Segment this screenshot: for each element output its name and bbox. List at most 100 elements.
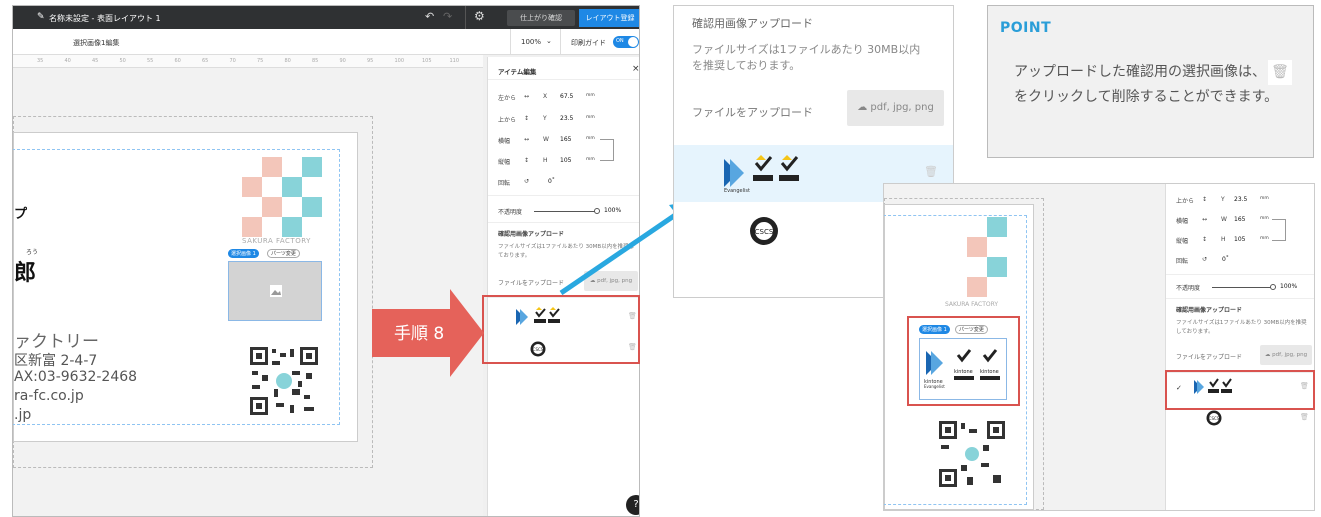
highlight-selected-image xyxy=(907,316,1020,406)
trash-icon[interactable]: 🗑 xyxy=(1300,413,1309,421)
rotation-value[interactable]: 0˚ xyxy=(1222,256,1229,263)
qr-code-icon xyxy=(248,345,320,417)
position-y-row: 上から ↕ Y 23.5 mm xyxy=(498,115,595,124)
register-layout-button[interactable]: レイアウト登録 xyxy=(579,9,639,27)
point-text-part: をクリックして削除することができます。 xyxy=(1014,89,1279,105)
axis-label: Y xyxy=(1221,196,1225,203)
business-card: プ ろう 郎 ァクトリー 区新富 2-4-7 AX:03-9632-2468 r… xyxy=(13,132,358,442)
logo-text: SAKURA FACTORY xyxy=(945,301,999,308)
height-row: 縦幅 ↕ H 105 mm xyxy=(498,157,595,166)
row-label: 回転 xyxy=(1176,258,1189,265)
upload-title: 確認用画像アップロード xyxy=(692,17,813,30)
pencil-icon[interactable]: ✎ xyxy=(37,12,45,22)
breadcrumb: 選択画像1編集 xyxy=(73,39,120,47)
undo-icon[interactable]: ↶ xyxy=(425,10,434,23)
close-icon[interactable]: × xyxy=(632,64,639,74)
point-text: アップロードした確認用の選択画像は、 🗑 をクリックして削除することができます。 xyxy=(1014,60,1304,110)
cscs-badge-icon: CSCS xyxy=(1206,410,1222,426)
point-note: POINT アップロードした確認用の選択画像は、 🗑 をクリックして削除することがで… xyxy=(987,5,1314,158)
upload-button[interactable]: ☁ pdf, jpg, png xyxy=(847,90,944,126)
ruler-tick-label: 35 xyxy=(37,58,44,64)
card-fax: AX:03-9632-2468 xyxy=(14,369,138,385)
svg-text:CSCS: CSCS xyxy=(1209,416,1220,421)
image-icon xyxy=(270,285,282,297)
height-value[interactable]: 105 xyxy=(560,157,571,164)
ruler-tick-label: 100 xyxy=(394,58,405,64)
unit-label: mm xyxy=(1260,196,1269,201)
highlight-uploaded-list xyxy=(482,295,640,364)
ruler-tick-label: 75 xyxy=(257,58,264,64)
divider xyxy=(510,29,511,55)
upload-button-label: pdf, jpg, png xyxy=(870,102,934,113)
unit-label: mm xyxy=(1260,236,1269,241)
logo-text: SAKURA FACTORY xyxy=(242,237,311,245)
trash-icon[interactable]: 🗑 xyxy=(924,165,938,178)
preview-button[interactable]: 仕上がり確認 xyxy=(507,10,575,26)
row-label: 上から xyxy=(498,117,517,124)
row-label: 回転 xyxy=(498,180,511,187)
item-edit-panel: 上から ↕ Y 23.5 mm 横幅 ↔ W 165 mm 縦幅 ↕ H 105 mm 回転 ↺ 0˚ 不透… xyxy=(1165,184,1314,510)
axis-label: X xyxy=(543,93,548,100)
row-label: 不透明度 xyxy=(1176,285,1201,292)
opacity-slider[interactable] xyxy=(1212,287,1272,288)
opacity-value: 100% xyxy=(1280,283,1298,290)
row-label: 上から xyxy=(1176,198,1195,205)
divider xyxy=(1166,298,1314,299)
card-address: 区新富 2-4-7 xyxy=(14,353,98,369)
redo-icon[interactable]: ↷ xyxy=(443,10,452,23)
width-row: 横幅 ↔ W 165 mm xyxy=(1176,216,1269,225)
row-label: 縦幅 xyxy=(498,159,511,166)
gear-icon[interactable]: ⚙ xyxy=(474,9,485,23)
unit-label: mm xyxy=(1260,216,1269,221)
kintone-badges-icon: Evangelist xyxy=(724,155,799,193)
slider-handle[interactable] xyxy=(1270,284,1276,290)
axis-label: W xyxy=(543,136,549,143)
rotation-value[interactable]: 0˚ xyxy=(548,178,555,185)
ruler-tick-label: 90 xyxy=(339,58,346,64)
divider xyxy=(465,6,466,29)
zoom-select[interactable]: 100% xyxy=(521,38,541,46)
upload-button[interactable]: ☁ pdf, jpg, png xyxy=(1260,345,1312,365)
description-line: を推奨しております。 xyxy=(692,59,801,72)
horizontal-arrow-icon: ↔ xyxy=(524,93,530,100)
card-text: プ xyxy=(14,207,28,222)
upload-label: ファイルをアップロード xyxy=(692,106,813,119)
upload-description: ファイルサイズは1ファイルあたり 30MB以内 を推奨しております。 xyxy=(692,42,952,74)
vertical-arrow-icon: ↕ xyxy=(524,157,530,164)
card-name: 郎 xyxy=(14,261,37,286)
chevron-down-icon[interactable]: ⌄ xyxy=(546,37,552,45)
width-value[interactable]: 165 xyxy=(1234,216,1245,223)
unit-label: mm xyxy=(586,115,595,120)
svg-text:Evangelist: Evangelist xyxy=(724,188,750,193)
selected-image-tag[interactable]: 選択画像 1 xyxy=(228,249,259,258)
x-value[interactable]: 67.5 xyxy=(560,93,573,100)
y-value[interactable]: 23.5 xyxy=(1234,196,1247,203)
ruler-tick-label: 110 xyxy=(449,58,460,64)
ruler-tick-label: 105 xyxy=(422,58,432,64)
upload-title: 確認用画像アップロード xyxy=(1176,307,1243,314)
print-guide-toggle[interactable]: ON xyxy=(613,36,639,48)
ruler-tick-label: 70 xyxy=(229,58,236,64)
row-label: 横幅 xyxy=(498,138,511,145)
selected-image-placeholder[interactable] xyxy=(228,261,322,321)
axis-label: H xyxy=(543,157,548,164)
rotation-row: 回転 ↺ 0˚ xyxy=(1176,256,1229,265)
ruler-tick-label: 40 xyxy=(64,58,71,64)
sakura-logo-icon xyxy=(242,157,322,237)
opacity-row: 不透明度 100% xyxy=(498,207,621,216)
cscs-badge-icon: CSCS xyxy=(750,217,778,245)
width-value[interactable]: 165 xyxy=(560,136,571,143)
row-label: 不透明度 xyxy=(498,209,523,216)
help-button[interactable]: ? xyxy=(626,495,639,515)
link-aspect-icon[interactable] xyxy=(600,139,614,161)
change-parts-button[interactable]: パーツ変更 xyxy=(267,249,300,258)
ruler-tick-label: 45 xyxy=(92,58,99,64)
y-value[interactable]: 23.5 xyxy=(560,115,573,122)
link-aspect-icon[interactable] xyxy=(1272,219,1286,241)
position-y-row: 上から ↕ Y 23.5 mm xyxy=(1176,196,1269,205)
ruler-tick-label: 80 xyxy=(284,58,291,64)
rotate-icon: ↺ xyxy=(524,178,530,185)
ruler-tick-label: 65 xyxy=(202,58,209,64)
width-row: 横幅 ↔ W 165 mm xyxy=(498,136,595,145)
height-value[interactable]: 105 xyxy=(1234,236,1245,243)
